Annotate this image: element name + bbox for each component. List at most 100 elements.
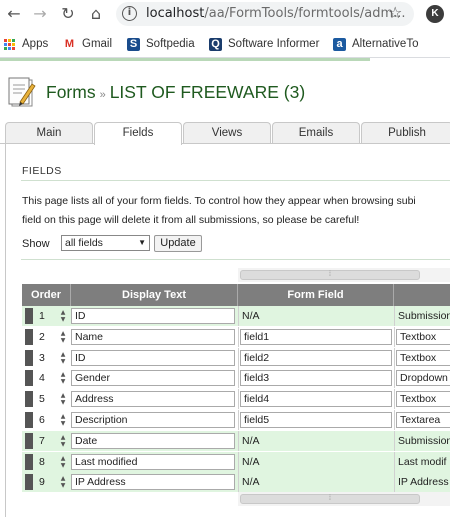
table-row[interactable]: 4 ▲ ▼ Gender field3 Dropdown xyxy=(22,368,450,389)
form-field-value: N/A xyxy=(242,476,260,489)
bookmark-software-informer[interactable]: Q Software Informer xyxy=(209,36,319,52)
display-text-input[interactable]: Last modified xyxy=(71,453,235,470)
sort-arrows-icon[interactable]: ▲ ▼ xyxy=(58,351,68,365)
form-field-input[interactable]: field5 xyxy=(240,412,392,428)
column-divider xyxy=(238,410,239,430)
sort-arrows-icon[interactable]: ▲ ▼ xyxy=(58,371,68,385)
field-type-value: IP Address xyxy=(398,476,449,489)
drag-handle[interactable] xyxy=(25,412,33,428)
form-field-input[interactable]: field2 xyxy=(240,349,392,366)
table-row[interactable]: 5 ▲ ▼ Address field4 Textbox xyxy=(22,389,450,410)
tab-views[interactable]: Views xyxy=(183,122,271,144)
tab-publish[interactable]: Publish xyxy=(361,122,450,144)
update-button[interactable]: Update xyxy=(154,235,202,252)
row-order: 8 xyxy=(39,455,45,468)
table-row[interactable]: 8 ▲ ▼ Last modified N/A Last modif xyxy=(22,451,450,472)
site-info-icon[interactable]: i xyxy=(122,6,137,21)
tab-main[interactable]: Main xyxy=(5,122,93,144)
scrollbar-thumb[interactable]: ⁞ xyxy=(240,494,420,504)
alternativeto-icon: a xyxy=(333,37,346,51)
forward-arrow-icon[interactable]: → xyxy=(30,4,50,24)
form-field-input[interactable]: field1 xyxy=(240,328,392,345)
column-divider xyxy=(238,347,239,368)
drag-handle[interactable] xyxy=(25,391,33,408)
field-type-select[interactable]: Textbox xyxy=(396,349,450,366)
row-order: 7 xyxy=(39,434,45,447)
drag-handle[interactable] xyxy=(25,453,33,470)
column-divider xyxy=(394,347,395,368)
field-type-value: Submission xyxy=(398,310,450,322)
sort-arrows-icon[interactable]: ▲ ▼ xyxy=(58,413,68,427)
profile-avatar[interactable]: K xyxy=(426,5,444,23)
form-field-value: N/A xyxy=(242,455,260,468)
field-type-value: Submission xyxy=(398,434,450,447)
drag-handle[interactable] xyxy=(25,308,33,324)
display-text-input[interactable]: Gender xyxy=(71,370,235,387)
field-type-select[interactable]: Textbox xyxy=(396,328,450,345)
dropdown-arrow-icon: ▼ xyxy=(138,238,146,247)
bookmark-alternativeto[interactable]: a AlternativeTo xyxy=(333,36,418,52)
sort-arrows-icon[interactable]: ▲ ▼ xyxy=(58,330,68,344)
row-order: 6 xyxy=(39,414,45,426)
col-form-field: Form Field xyxy=(238,284,394,306)
home-icon[interactable]: ⌂ xyxy=(86,4,106,24)
table-row[interactable]: 6 ▲ ▼ Description field5 Textarea xyxy=(22,410,450,430)
row-order: 9 xyxy=(39,476,45,489)
browser-toolbar: ← → ↻ ⌂ i localhost/aa/FormTools/formtoo… xyxy=(0,0,450,29)
field-type-select[interactable]: Textarea xyxy=(396,412,450,428)
display-text-input[interactable]: IP Address xyxy=(71,474,235,491)
form-field-input[interactable]: field3 xyxy=(240,370,392,387)
software-informer-icon: Q xyxy=(209,37,222,51)
display-text-input[interactable]: Date xyxy=(71,432,235,449)
bookmarks-bar: Apps M Gmail S Softpedia Q Software Info… xyxy=(0,29,450,58)
sort-arrows-icon[interactable]: ▲ ▼ xyxy=(58,309,68,323)
bookmark-softpedia[interactable]: S Softpedia xyxy=(127,36,195,52)
display-text-input[interactable]: ID xyxy=(71,349,235,366)
row-order: 4 xyxy=(39,372,45,385)
form-field-input[interactable]: field4 xyxy=(240,391,392,408)
sort-arrows-icon[interactable]: ▲ ▼ xyxy=(58,392,68,406)
show-label: Show xyxy=(22,238,50,250)
drag-handle[interactable] xyxy=(25,474,33,491)
sort-arrows-icon[interactable]: ▲ ▼ xyxy=(58,475,68,489)
field-type-value: Last modif xyxy=(398,455,447,468)
table-row[interactable]: 7 ▲ ▼ Date N/A Submission xyxy=(22,430,450,451)
title-section[interactable]: Forms xyxy=(46,82,96,102)
filter-divider xyxy=(21,259,450,260)
table-row[interactable]: 2 ▲ ▼ Name field1 Textbox xyxy=(22,326,450,347)
top-horizontal-scrollbar[interactable]: ⁞ xyxy=(238,268,450,282)
drag-handle[interactable] xyxy=(25,349,33,366)
display-text-input[interactable]: Address xyxy=(71,391,235,408)
tab-emails[interactable]: Emails xyxy=(272,122,360,144)
display-text-input[interactable]: ID xyxy=(71,308,235,324)
sort-arrows-icon[interactable]: ▲ ▼ xyxy=(58,434,68,448)
col-display-text: Display Text xyxy=(71,284,238,306)
field-type-select[interactable]: Dropdown xyxy=(396,370,450,387)
reload-icon[interactable]: ↻ xyxy=(58,4,78,24)
table-row[interactable]: 9 ▲ ▼ IP Address N/A IP Address xyxy=(22,472,450,493)
bottom-horizontal-scrollbar[interactable]: ⁞ xyxy=(238,492,450,506)
url-text: localhost/aa/FormTools/formtools/adm... xyxy=(146,6,406,21)
drag-handle[interactable] xyxy=(25,370,33,387)
page-top-accent xyxy=(0,58,370,61)
drag-handle[interactable] xyxy=(25,432,33,449)
field-type-select[interactable]: Textbox xyxy=(396,391,450,408)
bookmark-gmail[interactable]: M Gmail xyxy=(63,36,112,52)
column-divider xyxy=(394,368,395,389)
display-text-input[interactable]: Name xyxy=(71,328,235,345)
tab-fields[interactable]: Fields xyxy=(94,122,182,145)
gmail-icon: M xyxy=(64,37,75,50)
back-arrow-icon[interactable]: ← xyxy=(4,4,24,24)
table-row[interactable]: 3 ▲ ▼ ID field2 Textbox xyxy=(22,347,450,368)
scrollbar-thumb[interactable]: ⁞ xyxy=(240,270,420,280)
table-row[interactable]: 1 ▲ ▼ ID N/A Submission xyxy=(22,306,450,326)
section-title: FIELDS xyxy=(22,165,62,177)
address-bar[interactable]: i localhost/aa/FormTools/formtools/adm..… xyxy=(116,2,414,26)
drag-handle[interactable] xyxy=(25,328,33,345)
sort-arrows-icon[interactable]: ▲ ▼ xyxy=(58,455,68,469)
bookmark-apps[interactable]: Apps xyxy=(4,36,48,52)
show-fields-select[interactable]: all fields ▼ xyxy=(61,235,150,251)
row-order: 1 xyxy=(39,310,45,322)
display-text-input[interactable]: Description xyxy=(71,412,235,428)
bookmark-star-icon[interactable]: ☆ xyxy=(388,3,402,22)
